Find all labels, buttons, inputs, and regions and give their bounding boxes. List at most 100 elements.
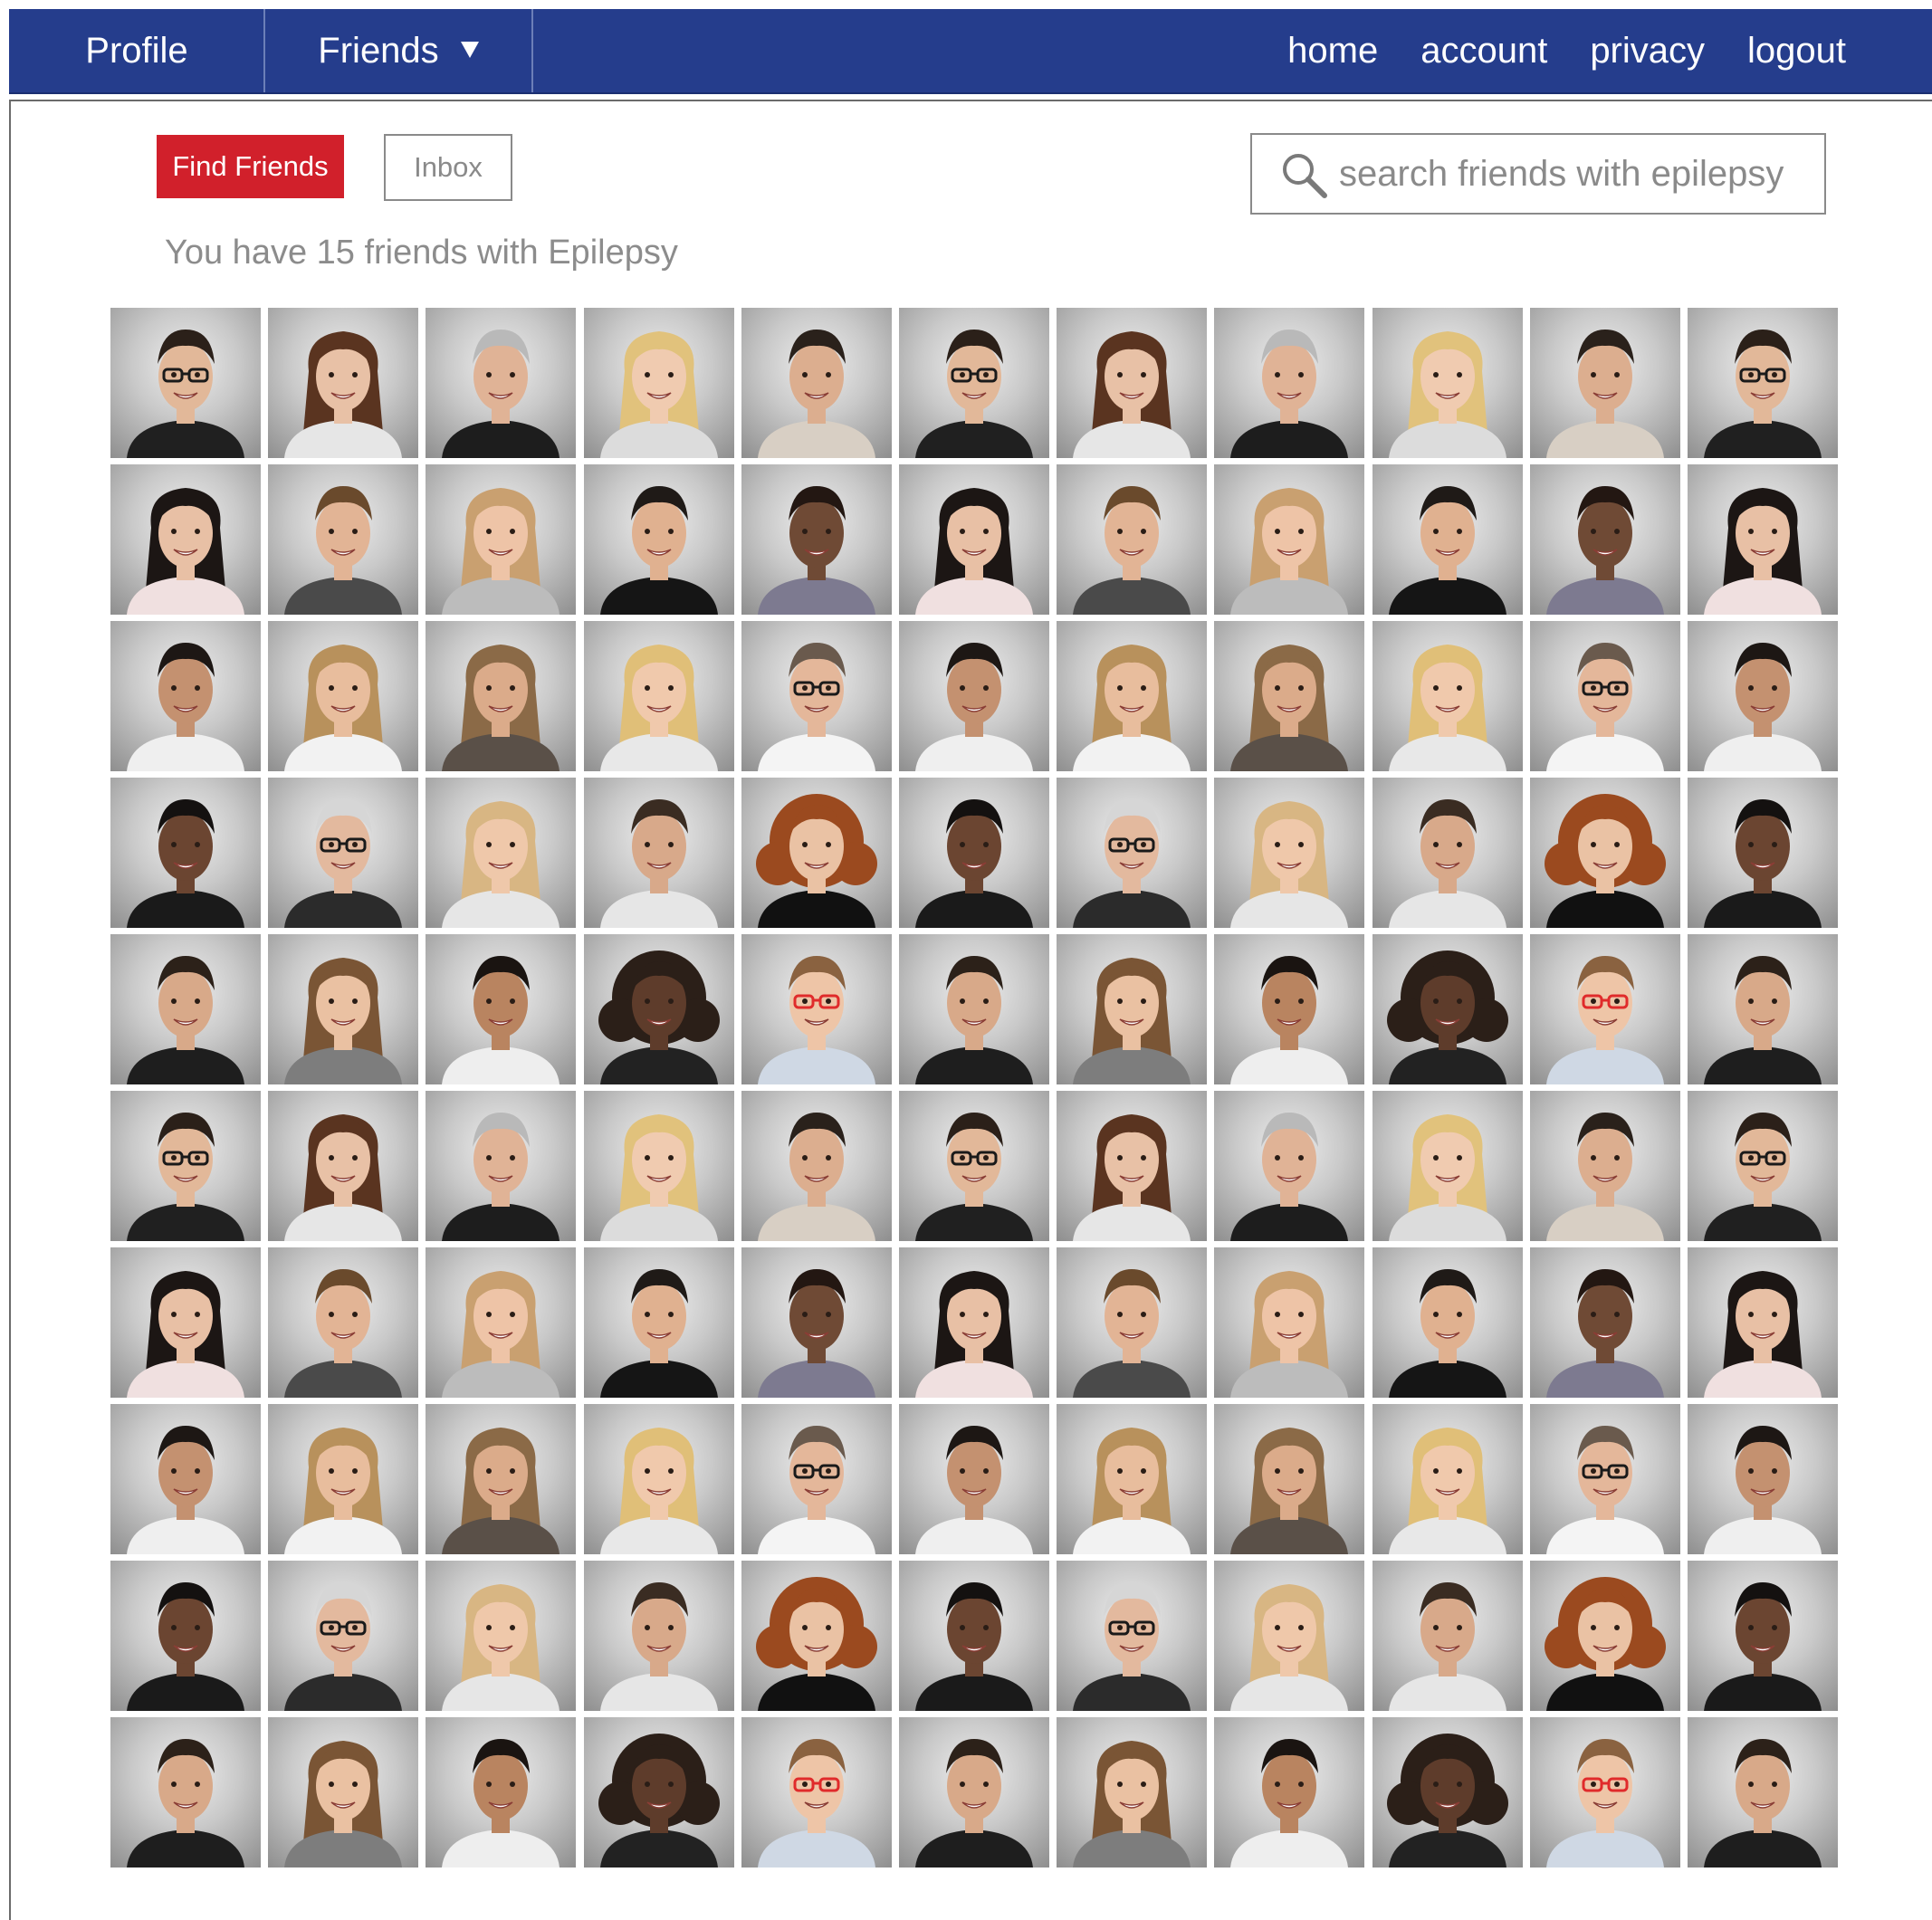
friend-photo[interactable] (1529, 1404, 1680, 1554)
friend-photo[interactable] (1687, 308, 1838, 458)
tab-profile[interactable]: Profile (9, 9, 264, 92)
find-friends-button[interactable]: Find Friends (157, 135, 344, 198)
friend-photo[interactable] (741, 1247, 892, 1398)
friend-photo[interactable] (1214, 1091, 1365, 1241)
friend-photo[interactable] (268, 621, 419, 771)
friend-photo[interactable] (741, 1561, 892, 1711)
friend-photo[interactable] (110, 1247, 261, 1398)
friend-photo[interactable] (1214, 934, 1365, 1084)
friend-photo[interactable] (1687, 1404, 1838, 1554)
friend-photo[interactable] (1057, 1247, 1208, 1398)
friend-photo[interactable] (898, 621, 1049, 771)
friend-photo[interactable] (426, 934, 577, 1084)
friend-photo[interactable] (898, 1247, 1049, 1398)
friend-photo[interactable] (426, 1561, 577, 1711)
friend-photo[interactable] (1057, 621, 1208, 771)
friend-photo[interactable] (426, 1404, 577, 1554)
friend-photo[interactable] (426, 621, 577, 771)
friend-photo[interactable] (1529, 778, 1680, 928)
nav-link-privacy[interactable]: privacy (1590, 31, 1705, 72)
friend-photo[interactable] (268, 1717, 419, 1867)
friend-photo[interactable] (583, 1561, 734, 1711)
friend-photo[interactable] (1372, 1247, 1523, 1398)
friend-photo[interactable] (426, 1091, 577, 1241)
friend-photo[interactable] (898, 1404, 1049, 1554)
friend-photo[interactable] (1057, 1404, 1208, 1554)
friend-photo[interactable] (1687, 1717, 1838, 1867)
friend-photo[interactable] (268, 778, 419, 928)
friend-photo[interactable] (583, 464, 734, 615)
friend-photo[interactable] (741, 464, 892, 615)
friend-photo[interactable] (1529, 1091, 1680, 1241)
friend-photo[interactable] (1529, 621, 1680, 771)
friend-photo[interactable] (268, 1561, 419, 1711)
friend-photo[interactable] (741, 1091, 892, 1241)
friend-photo[interactable] (426, 308, 577, 458)
friend-photo[interactable] (1529, 464, 1680, 615)
friend-photo[interactable] (110, 934, 261, 1084)
friend-photo[interactable] (1372, 464, 1523, 615)
friend-photo[interactable] (1687, 464, 1838, 615)
friend-photo[interactable] (268, 934, 419, 1084)
friend-photo[interactable] (1214, 621, 1365, 771)
friend-photo[interactable] (741, 778, 892, 928)
friend-photo[interactable] (1687, 934, 1838, 1084)
friend-photo[interactable] (741, 1717, 892, 1867)
friend-photo[interactable] (110, 1561, 261, 1711)
friend-photo[interactable] (1529, 308, 1680, 458)
friend-photo[interactable] (1214, 1561, 1365, 1711)
friend-photo[interactable] (583, 1247, 734, 1398)
friend-photo[interactable] (1372, 621, 1523, 771)
friend-photo[interactable] (1057, 464, 1208, 615)
friend-photo[interactable] (1214, 1717, 1365, 1867)
friend-photo[interactable] (898, 1091, 1049, 1241)
friend-photo[interactable] (898, 778, 1049, 928)
friend-photo[interactable] (1372, 308, 1523, 458)
friend-photo[interactable] (110, 308, 261, 458)
friend-photo[interactable] (268, 1247, 419, 1398)
friend-photo[interactable] (741, 621, 892, 771)
friend-photo[interactable] (1687, 778, 1838, 928)
friend-photo[interactable] (583, 621, 734, 771)
friend-photo[interactable] (1214, 1404, 1365, 1554)
friend-photo[interactable] (110, 464, 261, 615)
friend-photo[interactable] (110, 1404, 261, 1554)
friend-photo[interactable] (1214, 464, 1365, 615)
friend-photo[interactable] (268, 464, 419, 615)
friend-photo[interactable] (1372, 778, 1523, 928)
search-input[interactable] (1339, 142, 1810, 205)
friend-photo[interactable] (426, 778, 577, 928)
friend-photo[interactable] (741, 308, 892, 458)
friend-photo[interactable] (583, 1091, 734, 1241)
friend-photo[interactable] (1057, 1561, 1208, 1711)
friend-photo[interactable] (1529, 1561, 1680, 1711)
friend-photo[interactable] (268, 1091, 419, 1241)
friend-photo[interactable] (1214, 1247, 1365, 1398)
friend-photo[interactable] (110, 621, 261, 771)
friend-photo[interactable] (1372, 1091, 1523, 1241)
friend-photo[interactable] (583, 1717, 734, 1867)
friend-photo[interactable] (1214, 308, 1365, 458)
friend-photo[interactable] (110, 1717, 261, 1867)
inbox-button[interactable]: Inbox (384, 134, 512, 201)
search-box[interactable] (1250, 133, 1826, 215)
friend-photo[interactable] (1372, 934, 1523, 1084)
friend-photo[interactable] (1372, 1717, 1523, 1867)
friend-photo[interactable] (1687, 621, 1838, 771)
friend-photo[interactable] (110, 778, 261, 928)
friend-photo[interactable] (426, 1717, 577, 1867)
friend-photo[interactable] (583, 308, 734, 458)
friend-photo[interactable] (1372, 1561, 1523, 1711)
friend-photo[interactable] (898, 934, 1049, 1084)
friend-photo[interactable] (268, 308, 419, 458)
friend-photo[interactable] (583, 1404, 734, 1554)
friend-photo[interactable] (583, 934, 734, 1084)
friend-photo[interactable] (1057, 1091, 1208, 1241)
friend-photo[interactable] (1057, 308, 1208, 458)
friend-photo[interactable] (1057, 1717, 1208, 1867)
friend-photo[interactable] (583, 778, 734, 928)
friend-photo[interactable] (1057, 778, 1208, 928)
friend-photo[interactable] (268, 1404, 419, 1554)
friend-photo[interactable] (110, 1091, 261, 1241)
friend-photo[interactable] (1057, 934, 1208, 1084)
